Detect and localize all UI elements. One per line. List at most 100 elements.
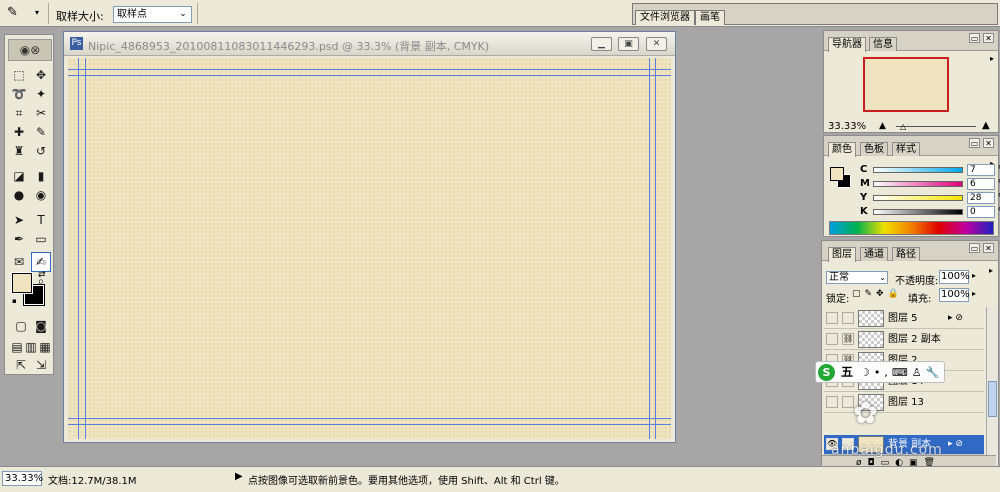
- eyedropper-icon[interactable]: ✎: [7, 6, 21, 20]
- fill-input[interactable]: 100%: [939, 288, 970, 302]
- guide-vertical[interactable]: [85, 58, 86, 439]
- yellow-slider[interactable]: [873, 195, 963, 201]
- screen-mode-full-icon[interactable]: ▦: [35, 337, 55, 357]
- sogou-logo-icon[interactable]: S: [818, 364, 835, 381]
- move-icon[interactable]: ✥: [31, 65, 51, 85]
- layer-effects-icon[interactable]: ▸ ⊘: [948, 312, 963, 324]
- shape-icon[interactable]: ▭: [31, 229, 51, 249]
- blend-mode-select[interactable]: 正常 ⌄: [826, 271, 888, 284]
- eyedropper-icon[interactable]: ✍: [31, 252, 51, 272]
- document-titlebar[interactable]: Ps Nipic_4868953_20100811083011446293.ps…: [64, 32, 675, 56]
- history-brush-icon[interactable]: ↺: [31, 141, 51, 161]
- ime-mode[interactable]: 五: [841, 365, 853, 380]
- dodge-icon[interactable]: ◉: [31, 185, 51, 205]
- lasso-icon[interactable]: ➰: [9, 84, 29, 104]
- guide-horizontal[interactable]: [68, 75, 671, 76]
- document-size[interactable]: 文档:12.7M/38.1M: [48, 472, 137, 487]
- maximize-button[interactable]: ▣: [618, 37, 639, 51]
- foreground-color-swatch[interactable]: [11, 272, 33, 294]
- tab-color[interactable]: 颜色: [828, 142, 856, 157]
- layer-row[interactable]: 图层 5 ▸ ⊘: [824, 309, 984, 329]
- link-toggle[interactable]: [842, 312, 854, 324]
- opacity-input[interactable]: 100%: [939, 270, 970, 284]
- navigator-zoom-slider[interactable]: [896, 126, 976, 127]
- scrollbar-thumb[interactable]: [988, 381, 997, 417]
- lock-options[interactable]: ▢✎✥🔒: [852, 289, 903, 299]
- magic-wand-icon[interactable]: ✦: [31, 84, 51, 104]
- tab-info[interactable]: 信息: [869, 37, 897, 51]
- crop-icon[interactable]: ⌗: [9, 103, 29, 123]
- pen-icon[interactable]: ✒: [9, 229, 29, 249]
- magenta-slider[interactable]: [873, 181, 963, 187]
- navigator-zoom-value[interactable]: 33.33%: [828, 121, 874, 133]
- tool-preset-dropdown-icon[interactable]: ▾: [35, 9, 43, 17]
- tab-paths[interactable]: 路径: [892, 247, 920, 261]
- swap-colors-icon[interactable]: ⇄: [38, 270, 48, 280]
- layer-row[interactable]: ⛓ 图层 2 副本: [824, 330, 984, 350]
- cyan-slider[interactable]: [873, 167, 963, 173]
- panel-close-button[interactable]: ✕: [983, 33, 994, 43]
- quickmask-mode-icon[interactable]: ◙: [31, 316, 51, 336]
- sample-size-select[interactable]: 取样点 ⌄: [113, 6, 192, 23]
- guide-horizontal[interactable]: [68, 418, 671, 419]
- guide-vertical[interactable]: [78, 58, 79, 439]
- tab-channels[interactable]: 通道: [860, 247, 888, 261]
- tab-layers[interactable]: 图层: [828, 247, 856, 262]
- tab-navigator[interactable]: 导航器: [828, 37, 866, 52]
- magenta-value[interactable]: 6: [967, 178, 995, 190]
- blur-icon[interactable]: ●: [9, 185, 29, 205]
- tab-swatches[interactable]: 色板: [860, 142, 888, 156]
- black-value[interactable]: 0: [967, 206, 995, 218]
- slice-icon[interactable]: ✂: [31, 103, 51, 123]
- path-select-icon[interactable]: ➤: [9, 210, 29, 230]
- zoom-out-icon[interactable]: ▲: [879, 121, 886, 131]
- healing-brush-icon[interactable]: ✚: [9, 122, 29, 142]
- cyan-value[interactable]: 7: [967, 164, 995, 176]
- guide-vertical[interactable]: [649, 58, 650, 439]
- status-menu-icon[interactable]: ▶: [235, 471, 243, 482]
- default-colors-icon[interactable]: ▪: [12, 297, 20, 305]
- brush-icon[interactable]: ✎: [31, 122, 51, 142]
- marquee-icon[interactable]: ⬚: [9, 65, 29, 85]
- zoom-input[interactable]: 33.33%: [2, 471, 43, 486]
- panel-close-button[interactable]: ✕: [983, 138, 994, 148]
- standard-mode-icon[interactable]: ▢: [11, 316, 31, 336]
- guide-horizontal[interactable]: [68, 69, 671, 70]
- visibility-toggle[interactable]: [826, 333, 838, 345]
- clone-stamp-icon[interactable]: ♜: [9, 141, 29, 161]
- jump-to-icon[interactable]: ⇲: [31, 355, 51, 375]
- ps-eye-logo[interactable]: ◉⊗: [8, 39, 52, 61]
- panel-minimize-button[interactable]: ▭: [969, 33, 980, 43]
- ime-tool-icons[interactable]: ☽•,⌨♙🔧: [860, 365, 943, 380]
- opacity-dropdown-icon[interactable]: ▸: [972, 271, 976, 280]
- close-button[interactable]: ✕: [646, 37, 667, 51]
- panel-close-button[interactable]: ✕: [983, 243, 994, 253]
- tab-file-browser[interactable]: 文件浏览器: [635, 10, 695, 25]
- imageready-icon[interactable]: ⇱: [11, 355, 31, 375]
- guide-horizontal[interactable]: [68, 424, 671, 425]
- yellow-value[interactable]: 28: [967, 192, 995, 204]
- gradient-icon[interactable]: ▮: [31, 166, 51, 186]
- panel-minimize-button[interactable]: ▭: [969, 243, 980, 253]
- document-canvas[interactable]: [68, 58, 671, 439]
- visibility-toggle[interactable]: [826, 312, 838, 324]
- guide-vertical[interactable]: [655, 58, 656, 439]
- black-slider[interactable]: [873, 209, 963, 215]
- minimize-button[interactable]: ▁: [591, 37, 612, 51]
- tab-styles[interactable]: 样式: [892, 142, 920, 156]
- tab-brushes[interactable]: 画笔: [695, 10, 725, 25]
- slider-handle-icon[interactable]: △: [900, 122, 906, 131]
- link-icon[interactable]: ⛓: [842, 333, 854, 345]
- fill-dropdown-icon[interactable]: ▸: [972, 289, 976, 298]
- color-spectrum-ramp[interactable]: [829, 221, 994, 235]
- notes-icon[interactable]: ✉: [9, 252, 29, 272]
- panel-minimize-button[interactable]: ▭: [969, 138, 980, 148]
- type-icon[interactable]: T: [31, 210, 51, 230]
- layers-scrollbar[interactable]: [986, 307, 998, 467]
- navigator-preview[interactable]: [863, 57, 949, 112]
- panel-menu-icon[interactable]: ▸: [986, 265, 996, 277]
- foreground-color-swatch[interactable]: [830, 167, 844, 181]
- zoom-in-icon[interactable]: ▲: [982, 120, 990, 131]
- panel-menu-icon[interactable]: ▸: [987, 53, 997, 65]
- eraser-icon[interactable]: ◪: [9, 166, 29, 186]
